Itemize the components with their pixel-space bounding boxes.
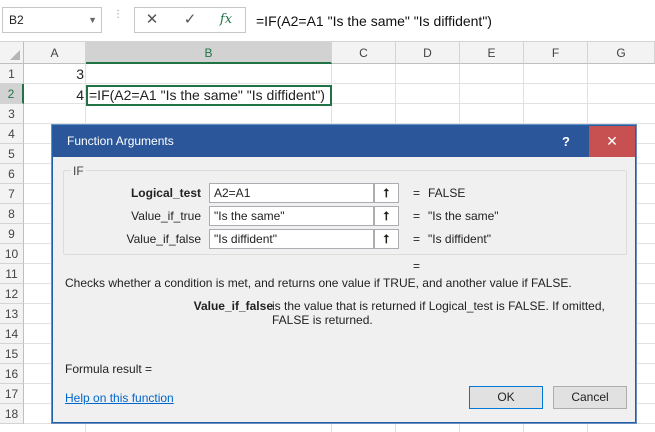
cancel-button[interactable]: Cancel bbox=[553, 386, 627, 409]
value-if-true-input[interactable]: "Is the same" bbox=[209, 206, 374, 226]
formula-result-label: Formula result = bbox=[65, 362, 153, 376]
column-header-d[interactable]: D bbox=[396, 42, 460, 64]
formula-input[interactable]: =IF(A2=A1 "Is the same" "Is diffident") bbox=[256, 0, 492, 42]
column-header-a[interactable]: A bbox=[24, 42, 86, 64]
current-arg-description: is the value that is returned if Logical… bbox=[272, 299, 605, 327]
row-header-2[interactable]: 2 bbox=[0, 84, 24, 104]
row-header-16[interactable]: 16 bbox=[0, 364, 24, 384]
drag-handle-icon[interactable]: ⋮ bbox=[113, 10, 123, 30]
function-arguments-dialog: Function Arguments ? ✕ IF Logical_test A… bbox=[52, 125, 636, 423]
select-all-corner[interactable] bbox=[0, 42, 24, 64]
close-button[interactable]: ✕ bbox=[589, 126, 635, 157]
row-header-10[interactable]: 10 bbox=[0, 244, 24, 264]
current-arg-name: Value_if_false bbox=[193, 299, 273, 313]
column-header-f[interactable]: F bbox=[524, 42, 588, 64]
equals-sign: = bbox=[413, 209, 421, 223]
row-header-9[interactable]: 9 bbox=[0, 224, 24, 244]
chevron-down-icon[interactable]: ▼ bbox=[88, 8, 97, 32]
column-header-g[interactable]: G bbox=[588, 42, 655, 64]
row-header-12[interactable]: 12 bbox=[0, 284, 24, 304]
row-header-4[interactable]: 4 bbox=[0, 124, 24, 144]
equals-sign: = bbox=[413, 232, 421, 246]
close-icon: ✕ bbox=[606, 133, 618, 149]
row-header-11[interactable]: 11 bbox=[0, 264, 24, 284]
cancel-icon[interactable]: ✕ bbox=[138, 9, 166, 31]
value-if-true-result: "Is the same" bbox=[428, 209, 499, 223]
logical-test-input[interactable]: A2=A1 bbox=[209, 183, 374, 203]
row-header-1[interactable]: 1 bbox=[0, 64, 24, 84]
ok-button[interactable]: OK bbox=[469, 386, 543, 409]
formula-bar: B2 ▼ ⋮ ✕ ✓ fx =IF(A2=A1 "Is the same" "I… bbox=[0, 0, 655, 42]
function-description: Checks whether a condition is met, and r… bbox=[65, 276, 572, 290]
name-box[interactable]: B2 ▼ bbox=[2, 7, 102, 33]
name-box-value: B2 bbox=[9, 13, 24, 27]
column-header-b[interactable]: B bbox=[86, 42, 332, 64]
row-header-13[interactable]: 13 bbox=[0, 304, 24, 324]
equals-sign: = bbox=[413, 186, 421, 200]
help-button[interactable]: ? bbox=[543, 126, 589, 157]
row-header-15[interactable]: 15 bbox=[0, 344, 24, 364]
logical-test-result: FALSE bbox=[428, 186, 466, 200]
gridline bbox=[24, 123, 655, 124]
enter-icon[interactable]: ✓ bbox=[176, 9, 204, 31]
row-header-7[interactable]: 7 bbox=[0, 184, 24, 204]
arg-label-value-if-true: Value_if_true bbox=[131, 209, 201, 223]
row-header-14[interactable]: 14 bbox=[0, 324, 24, 344]
cell-a2[interactable]: 4 bbox=[24, 85, 84, 105]
arg-label-value-if-false: Value_if_false bbox=[126, 232, 202, 246]
collapse-dialog-icon[interactable]: ⭡ bbox=[374, 183, 399, 203]
row-header-5[interactable]: 5 bbox=[0, 144, 24, 164]
column-header-e[interactable]: E bbox=[460, 42, 524, 64]
insert-function-icon[interactable]: fx bbox=[212, 9, 240, 31]
collapse-dialog-icon[interactable]: ⭡ bbox=[374, 229, 399, 249]
gridline bbox=[24, 423, 655, 424]
row-header-8[interactable]: 8 bbox=[0, 204, 24, 224]
value-if-false-input[interactable]: "Is diffident" bbox=[209, 229, 374, 249]
function-name: IF bbox=[71, 164, 86, 178]
active-cell-b2[interactable]: =IF(A2=A1 "Is the same" "Is diffident") bbox=[86, 85, 332, 106]
help-on-function-link[interactable]: Help on this function bbox=[65, 391, 174, 405]
gridline bbox=[24, 83, 655, 84]
row-header-3[interactable]: 3 bbox=[0, 104, 24, 124]
row-header-17[interactable]: 17 bbox=[0, 384, 24, 404]
row-header-6[interactable]: 6 bbox=[0, 164, 24, 184]
dialog-title: Function Arguments bbox=[67, 134, 174, 148]
column-header-c[interactable]: C bbox=[332, 42, 396, 64]
value-if-false-result: "Is diffident" bbox=[428, 232, 491, 246]
dialog-titlebar[interactable]: Function Arguments ? ✕ bbox=[53, 126, 635, 157]
cell-a1[interactable]: 3 bbox=[24, 64, 84, 84]
function-result-equals: = bbox=[413, 259, 421, 273]
arg-label-logical-test: Logical_test bbox=[130, 186, 201, 200]
cell-b2-edit-text: =IF(A2=A1 "Is the same" "Is diffident") bbox=[89, 87, 325, 103]
row-header-18[interactable]: 18 bbox=[0, 404, 24, 424]
collapse-dialog-icon[interactable]: ⭡ bbox=[374, 206, 399, 226]
